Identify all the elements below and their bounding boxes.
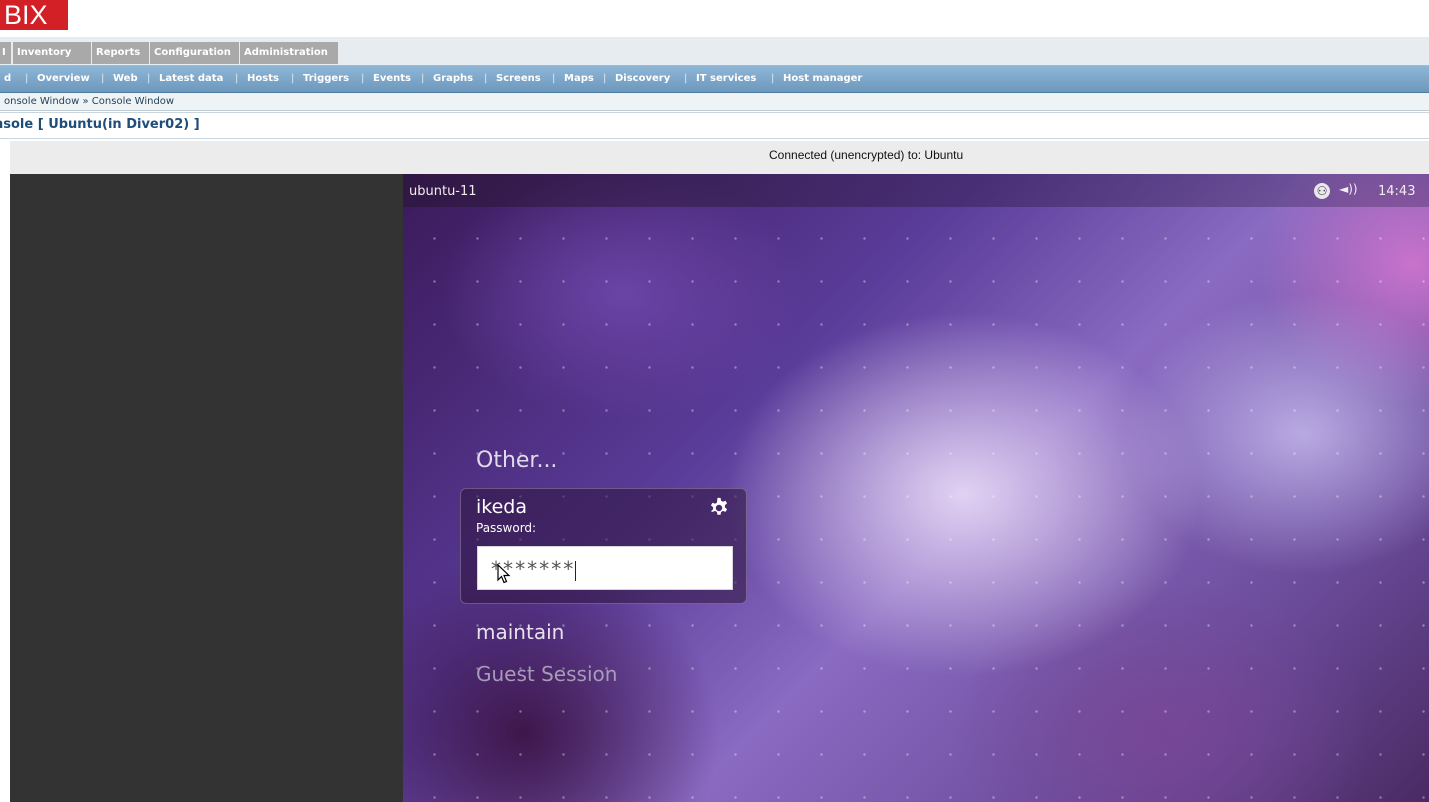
menu-separator: | bbox=[603, 73, 607, 84]
menu-separator: | bbox=[291, 73, 295, 84]
breadcrumb-text[interactable]: onsole Window » Console Window bbox=[4, 93, 174, 110]
accessibility-icon[interactable]: ⚇ bbox=[1314, 183, 1330, 199]
menu-separator: | bbox=[684, 73, 688, 84]
remote-desktop-screen[interactable]: ubuntu-11 ⚇ ◄)) 14:43 Other... ikeda Pas… bbox=[403, 174, 1429, 802]
user-item-other[interactable]: Other... bbox=[476, 448, 557, 473]
main-menu: I Inventory Reports Configuration Admini… bbox=[0, 37, 1429, 66]
sub-menu-item-web[interactable]: Web bbox=[113, 66, 138, 92]
page-title: nsole [ Ubuntu(in Diver02) ] bbox=[0, 117, 200, 132]
login-box: ikeda Password: ******* bbox=[460, 488, 747, 604]
sub-menu-item-dashboard[interactable]: d bbox=[4, 66, 11, 92]
password-input[interactable]: ******* bbox=[477, 546, 733, 590]
main-menu-item-inventory[interactable]: Inventory bbox=[13, 42, 92, 64]
text-caret bbox=[575, 560, 577, 581]
user-item-guest-session[interactable]: Guest Session bbox=[476, 662, 617, 686]
sub-menu-item-maps[interactable]: Maps bbox=[564, 66, 594, 92]
sub-menu-item-overview[interactable]: Overview bbox=[37, 66, 90, 92]
user-item-maintain[interactable]: maintain bbox=[476, 620, 564, 644]
logo-text: BIX bbox=[4, 0, 48, 30]
selected-username: ikeda bbox=[476, 496, 527, 518]
password-label: Password: bbox=[476, 521, 537, 535]
zabbix-logo: BIX bbox=[0, 0, 68, 30]
main-menu-item-reports[interactable]: Reports bbox=[92, 42, 150, 64]
sub-menu-item-discovery[interactable]: Discovery bbox=[615, 66, 670, 92]
vnc-status-bar: Connected (unencrypted) to: Ubuntu bbox=[10, 141, 1429, 174]
sub-menu-item-triggers[interactable]: Triggers bbox=[303, 66, 349, 92]
sub-menu-item-screens[interactable]: Screens bbox=[496, 66, 541, 92]
menu-separator: | bbox=[552, 73, 556, 84]
main-menu-item-configuration[interactable]: Configuration bbox=[150, 42, 240, 64]
menu-separator: | bbox=[421, 73, 425, 84]
mouse-cursor-icon bbox=[497, 564, 511, 584]
sub-menu-item-hosts[interactable]: Hosts bbox=[247, 66, 279, 92]
gear-icon[interactable] bbox=[708, 497, 730, 519]
sub-menu-item-events[interactable]: Events bbox=[373, 66, 411, 92]
sub-menu-item-it-services[interactable]: IT services bbox=[696, 66, 756, 92]
menu-separator: | bbox=[361, 73, 365, 84]
menu-separator: | bbox=[771, 73, 775, 84]
sub-menu-item-graphs[interactable]: Graphs bbox=[433, 66, 473, 92]
sub-menu-item-host-manager[interactable]: Host manager bbox=[783, 66, 862, 92]
menu-separator: | bbox=[147, 73, 151, 84]
remote-top-panel: ubuntu-11 ⚇ ◄)) 14:43 bbox=[403, 174, 1429, 207]
console-left-background bbox=[10, 174, 403, 802]
menu-separator: | bbox=[25, 73, 29, 84]
page-title-bar: nsole [ Ubuntu(in Diver02) ] bbox=[0, 112, 1429, 139]
vnc-status-text: Connected (unencrypted) to: Ubuntu bbox=[769, 148, 964, 162]
remote-clock[interactable]: 14:43 bbox=[1378, 184, 1415, 199]
sub-menu: d | Overview | Web | Latest data | Hosts… bbox=[0, 66, 1429, 93]
volume-icon[interactable]: ◄)) bbox=[1339, 182, 1358, 196]
menu-separator: | bbox=[235, 73, 239, 84]
breadcrumb: onsole Window » Console Window bbox=[0, 93, 1429, 111]
main-menu-item-administration[interactable]: Administration bbox=[240, 42, 339, 64]
sub-menu-item-latest-data[interactable]: Latest data bbox=[159, 66, 223, 92]
menu-separator: | bbox=[101, 73, 105, 84]
menu-separator: | bbox=[484, 73, 488, 84]
main-menu-item-monitoring[interactable]: I bbox=[0, 42, 12, 64]
remote-hostname: ubuntu-11 bbox=[409, 184, 477, 199]
